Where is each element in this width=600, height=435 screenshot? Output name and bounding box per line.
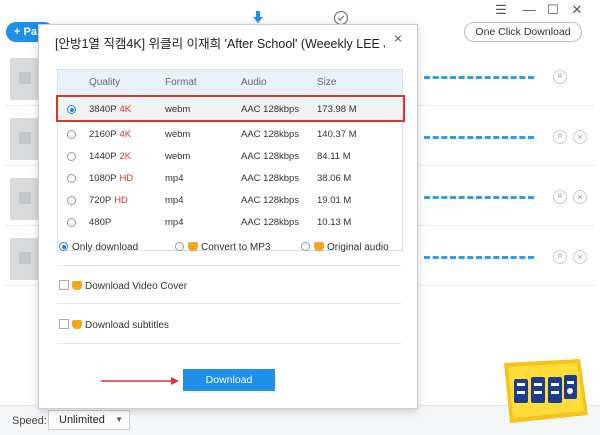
table-row[interactable]: 480P mp4 AAC 128kbps 10.13 M [58,212,402,234]
table-row[interactable]: 720P HD mp4 AAC 128kbps 19.01 M [58,190,402,212]
column-header-quality: Quality [89,77,121,88]
pause-icon[interactable]: II [553,130,567,144]
video-thumbnail [10,238,40,280]
audio-cell: AAC 128kbps [241,217,300,228]
download-cover-option[interactable]: Download Video Cover [59,279,359,295]
size-cell: 84.11 M [317,151,351,162]
quality-radio[interactable] [67,196,76,205]
option-convert-mp3[interactable]: Convert to MP3 [175,241,270,253]
download-subtitles-option[interactable]: Download subtitles [59,318,359,334]
selected-row-highlight [56,95,405,122]
size-cell: 10.13 M [317,217,352,228]
remove-icon[interactable]: × [573,190,587,204]
progress-bar [424,196,534,199]
progress-bar [424,76,534,79]
divider [57,265,401,266]
quality-cell: 2160P 4K [89,129,132,140]
pause-icon[interactable]: II [553,70,567,84]
radio-button[interactable] [59,242,68,251]
audio-cell: AAC 128kbps [241,151,300,162]
resolution-badge: 2K [119,151,132,162]
option-label: Only download [72,242,139,253]
checkbox-label: Download Video Cover [85,281,188,292]
checkbox[interactable] [59,319,69,329]
format-cell: mp4 [165,217,184,228]
download-button[interactable]: Download [183,369,275,391]
maximize-icon[interactable]: ☐ [545,2,561,18]
mode-options: Only download Convert to MP3 Original au… [59,241,405,257]
video-thumbnail [10,58,40,100]
speed-value: Unlimited [59,414,105,426]
option-original-audio[interactable]: Original audio [301,241,389,253]
quality-radio[interactable] [67,130,76,139]
option-label: Original audio [327,242,389,253]
quality-radio[interactable] [67,152,76,161]
one-click-download-button[interactable]: One Click Download [464,22,582,42]
premium-crown-icon [188,242,198,251]
format-cell: mp4 [165,173,184,184]
table-header: Quality Format Audio Size [58,70,402,96]
speed-select[interactable]: Unlimited ▼ [48,410,130,430]
quality-cell: 480P [89,217,112,228]
remove-icon[interactable]: × [573,250,587,264]
speed-label: Speed: [12,415,47,427]
quality-cell: 1440P 2K [89,151,132,162]
radio-button[interactable] [301,242,310,251]
checkbox[interactable] [59,280,69,290]
watermark-logo [504,359,588,423]
audio-cell: AAC 128kbps [241,129,300,140]
column-header-format: Format [165,77,197,88]
premium-crown-icon [72,320,82,329]
remove-icon[interactable]: × [573,130,587,144]
dialog-title: [안방1열 직캠4K] 위클리 이재희 'After School' (Weee… [55,37,385,51]
resolution-badge: 4K [119,129,132,140]
quality-cell: 720P HD [89,195,128,206]
audio-cell: AAC 128kbps [241,173,300,184]
divider [57,303,401,304]
video-thumbnail [10,118,40,160]
video-thumbnail [10,178,40,220]
premium-crown-icon [72,281,82,290]
table-row[interactable]: 1080P HD mp4 AAC 128kbps 38.06 M [58,168,402,190]
size-cell: 19.01 M [317,195,352,206]
format-cell: webm [165,129,191,140]
close-icon[interactable]: ✕ [569,2,585,18]
pause-icon[interactable]: II [553,250,567,264]
quality-cell: 1080P HD [89,173,134,184]
radio-button[interactable] [175,242,184,251]
option-only-download[interactable]: Only download [59,241,138,253]
minimize-icon[interactable]: — [521,2,537,17]
format-cell: webm [165,151,191,162]
menu-icon[interactable]: ☰ [493,2,509,18]
premium-crown-icon [314,242,324,251]
divider [57,343,401,344]
chevron-down-icon: ▼ [115,415,123,424]
table-row[interactable]: 1440P 2K webm AAC 128kbps 84.11 M [58,146,402,168]
column-header-size: Size [317,77,337,88]
option-label: Convert to MP3 [201,242,271,253]
download-dialog: [안방1열 직캠4K] 위클리 이재희 'After School' (Weee… [38,24,418,409]
size-cell: 140.37 M [317,129,357,140]
audio-cell: AAC 128kbps [241,195,300,206]
progress-bar [424,256,534,259]
size-cell: 38.06 M [317,173,352,184]
progress-bar [424,136,534,139]
quality-radio[interactable] [67,218,76,227]
format-cell: mp4 [165,195,184,206]
resolution-badge: HD [114,195,128,206]
pause-icon[interactable]: II [553,190,567,204]
close-dialog-icon[interactable]: × [391,30,405,46]
column-header-audio: Audio [241,77,267,88]
resolution-badge: HD [119,173,134,184]
table-row[interactable]: 2160P 4K webm AAC 128kbps 140.37 M [58,124,402,146]
arrow-right-icon [101,377,179,385]
checkbox-label: Download subtitles [85,320,169,331]
quality-radio[interactable] [67,174,76,183]
